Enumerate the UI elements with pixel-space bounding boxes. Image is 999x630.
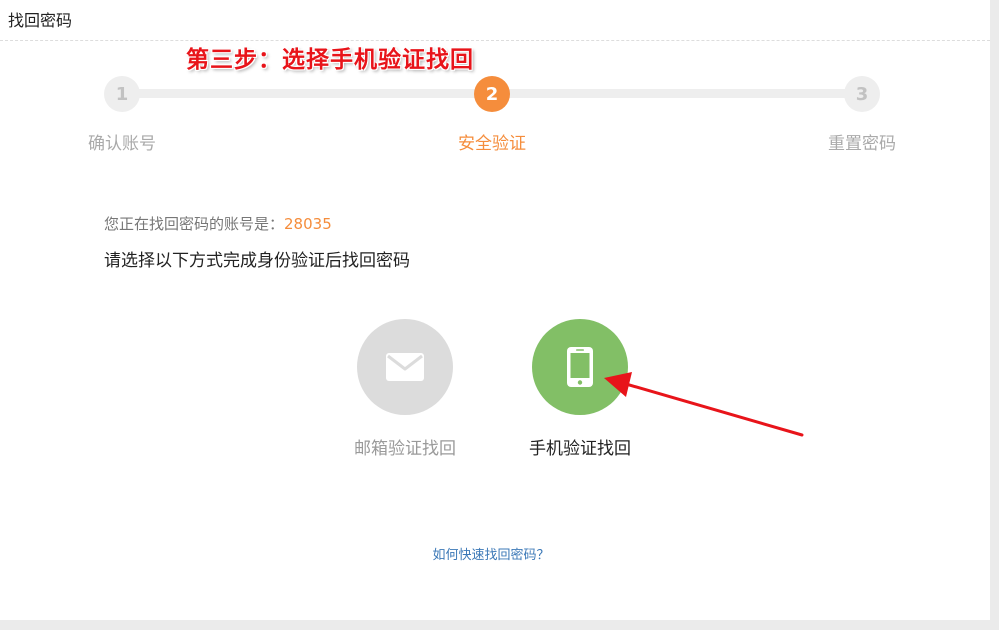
smartphone-icon (567, 347, 593, 387)
title-divider (0, 40, 990, 41)
account-info: 您正在找回密码的账号是：28035 (104, 213, 332, 234)
step-1-circle: 1 (104, 76, 140, 112)
step-3-label: 重置密码 (828, 134, 896, 154)
phone-verify-label[interactable]: 手机验证找回 (529, 434, 631, 459)
account-prefix: 您正在找回密码的账号是： (104, 215, 285, 233)
page-title: 找回密码 (8, 11, 73, 30)
main-panel: 找回密码 第三步：选择手机验证找回 1 2 3 确认账号 安全验证 重置密码 您… (0, 0, 990, 620)
email-verify-button[interactable] (357, 319, 453, 415)
step-3-circle: 3 (844, 76, 880, 112)
help-link[interactable]: 如何快速找回密码？ (432, 544, 549, 563)
instruction-text: 请选择以下方式完成身份验证后找回密码 (104, 251, 410, 271)
step-2-circle: 2 (474, 76, 510, 112)
step-2-label: 安全验证 (458, 134, 526, 154)
step-1-label: 确认账号 (88, 134, 156, 154)
annotation-text: 第三步：选择手机验证找回 (186, 46, 474, 73)
email-verify-label[interactable]: 邮箱验证找回 (354, 434, 456, 459)
envelope-icon (386, 353, 424, 381)
phone-verify-button[interactable] (532, 319, 628, 415)
account-number: 28035 (284, 215, 332, 233)
